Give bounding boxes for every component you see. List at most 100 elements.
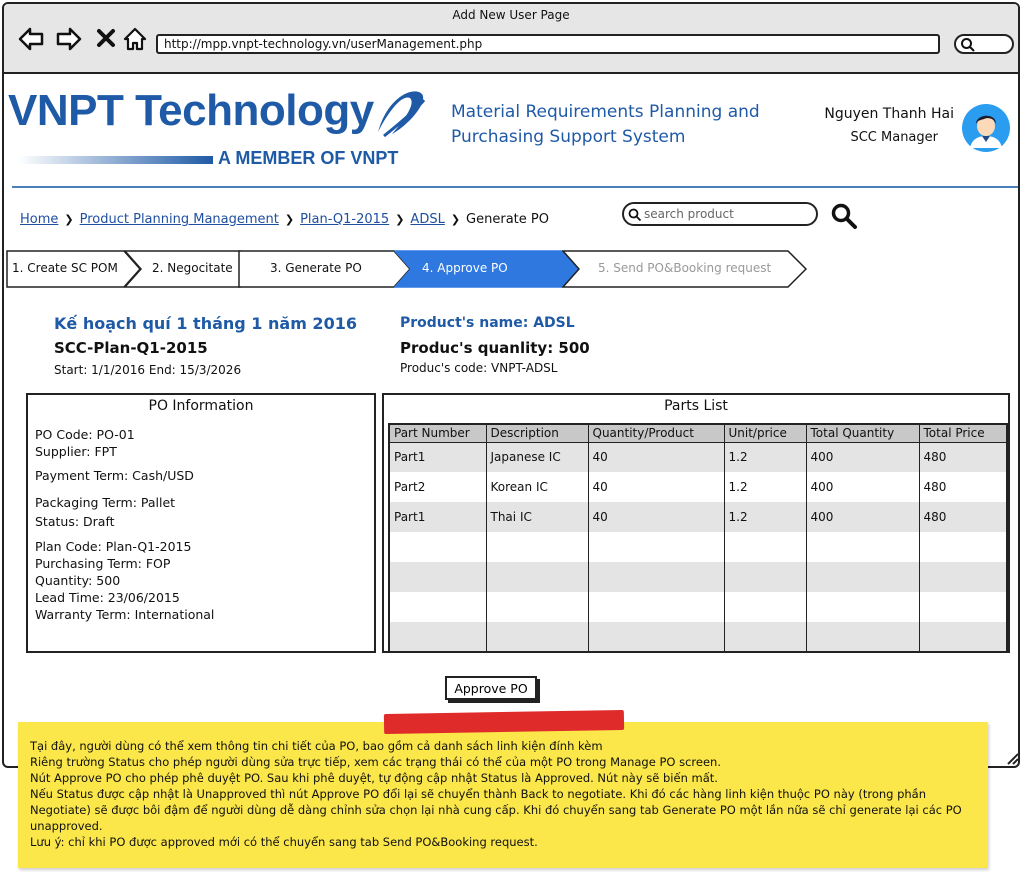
- table-cell: [806, 622, 920, 652]
- plan-title: Kế hoạch quí 1 tháng 1 năm 2016: [54, 314, 357, 333]
- parts-list-panel: Parts List Part Number Description Quant…: [382, 393, 1010, 653]
- back-arrow-icon[interactable]: [18, 26, 44, 52]
- avatar[interactable]: [962, 104, 1010, 152]
- table-cell: Korean IC: [486, 472, 589, 502]
- note-line: Nếu Status được cập nhật là Unapproved t…: [30, 787, 962, 833]
- address-bar[interactable]: http://mpp.vnpt-technology.vn/userManage…: [156, 34, 940, 54]
- chevron-right-icon: ❯: [284, 213, 295, 226]
- browser-window: Add New User Page http://mpp.vnpt-techno…: [2, 2, 1020, 768]
- table-row[interactable]: [389, 562, 1008, 592]
- wizard-steps: 1. Create SC POM 2. Negocitate 3. Genera…: [6, 250, 816, 288]
- product-name: Product's name: ADSL: [400, 315, 575, 331]
- search-icon: [961, 38, 975, 52]
- table-cell: 400: [806, 442, 920, 472]
- po-status[interactable]: Status: Draft: [35, 514, 115, 529]
- po-code: PO Code: PO-01: [35, 427, 135, 442]
- table-cell: 40: [588, 472, 725, 502]
- note-line: Riêng trường Status cho phép người dùng …: [30, 755, 721, 769]
- breadcrumb-plan[interactable]: Plan-Q1-2015: [300, 212, 389, 227]
- table-row[interactable]: Part2 Korean IC 40 1.2 400 480: [389, 472, 1008, 502]
- po-supplier: Supplier: FPT: [35, 444, 117, 459]
- po-packaging-term: Packaging Term: Pallet: [35, 495, 176, 510]
- red-tape: [383, 709, 625, 735]
- header-divider: [12, 186, 1018, 188]
- table-cell: [389, 532, 487, 562]
- column-header[interactable]: Unit/price: [724, 424, 807, 443]
- product-search: [622, 202, 818, 226]
- table-cell: [724, 562, 807, 592]
- column-header[interactable]: Quantity/Product: [588, 424, 725, 443]
- panel-title: PO Information: [148, 398, 254, 414]
- table-row[interactable]: [389, 592, 1008, 622]
- user-name[interactable]: Nguyen Thanh Hai: [794, 106, 954, 122]
- chevron-right-icon: ❯: [450, 213, 461, 226]
- table-cell: 40: [588, 502, 725, 532]
- note-line: Nút Approve PO cho phép phê duyệt PO. Sa…: [30, 771, 718, 785]
- table-cell: [486, 562, 589, 592]
- table-header-row: Part Number Description Quantity/Product…: [389, 424, 1008, 443]
- table-cell: 400: [806, 502, 920, 532]
- logo-swoosh-icon: [378, 91, 426, 138]
- search-button-icon[interactable]: [830, 202, 858, 230]
- logo-text: VNPT Technology: [8, 86, 374, 135]
- resize-grip-icon[interactable]: [1004, 750, 1020, 766]
- column-header[interactable]: Description: [486, 424, 589, 443]
- forward-arrow-icon[interactable]: [56, 26, 82, 52]
- column-header[interactable]: Part Number: [389, 424, 487, 443]
- table-cell: [806, 532, 920, 562]
- breadcrumb-home[interactable]: Home: [20, 212, 58, 227]
- table-cell: [588, 532, 725, 562]
- plan-code: SCC-Plan-Q1-2015: [54, 339, 208, 357]
- po-plan-code: Plan Code: Plan-Q1-2015: [35, 539, 192, 554]
- table-cell: 480: [919, 502, 1008, 532]
- table-cell: [486, 622, 589, 652]
- plan-dates: Start: 1/1/2016 End: 15/3/2026: [54, 363, 242, 377]
- system-title: Material Requirements Planning and Purch…: [451, 100, 791, 150]
- column-header[interactable]: Total Price: [919, 424, 1008, 443]
- table-cell: Part1: [389, 502, 487, 532]
- home-icon[interactable]: [122, 26, 148, 52]
- table-cell: 1.2: [724, 442, 807, 472]
- table-row[interactable]: Part1 Japanese IC 40 1.2 400 480: [389, 442, 1008, 472]
- search-icon: [628, 208, 642, 222]
- search-input[interactable]: [644, 206, 812, 222]
- po-purchasing-term: Purchasing Term: FOP: [35, 556, 171, 571]
- table-cell: [919, 592, 1008, 622]
- table-row[interactable]: [389, 532, 1008, 562]
- po-payment-term: Payment Term: Cash/USD: [35, 468, 194, 483]
- window-title: Add New User Page: [452, 8, 570, 22]
- table-cell: [919, 622, 1008, 652]
- table-cell: [724, 622, 807, 652]
- table-cell: [389, 592, 487, 622]
- table-row[interactable]: Part1 Thai IC 40 1.2 400 480: [389, 502, 1008, 532]
- breadcrumb-adsl[interactable]: ADSL: [410, 212, 444, 227]
- system-title-line-1: Material Requirements Planning and: [451, 102, 760, 122]
- close-icon[interactable]: [94, 26, 120, 52]
- table-cell: Part1: [389, 442, 487, 472]
- po-information-panel: PO Information PO Code: PO-01 Supplier: …: [26, 393, 376, 653]
- note-line: Tại đây, người dùng có thể xem thông tin…: [30, 739, 603, 753]
- table-cell: 40: [588, 442, 725, 472]
- table-cell: [806, 592, 920, 622]
- approve-po-button[interactable]: Approve PO: [445, 676, 537, 700]
- table-cell: [919, 532, 1008, 562]
- browser-search[interactable]: [954, 34, 1014, 54]
- po-warranty-term: Warranty Term: International: [35, 607, 215, 622]
- step-label: 3. Generate PO: [270, 261, 362, 275]
- table-row[interactable]: [389, 622, 1008, 652]
- step-label: 1. Create SC POM: [12, 261, 118, 275]
- table-cell: Part2: [389, 472, 487, 502]
- table-cell: [919, 562, 1008, 592]
- step-label: 2. Negocitate: [152, 261, 233, 275]
- panel-title: Parts List: [664, 398, 728, 414]
- table-cell: [724, 532, 807, 562]
- product-code: Produc's code: VNPT-ADSL: [400, 361, 558, 375]
- breadcrumb-product-planning[interactable]: Product Planning Management: [80, 212, 279, 227]
- breadcrumb: Home ❯ Product Planning Management ❯ Pla…: [20, 212, 549, 227]
- column-header[interactable]: Total Quantity: [806, 424, 920, 443]
- table-cell: [588, 622, 725, 652]
- vnpt-logo[interactable]: VNPT Technology A MEMBER OF VNPT: [8, 86, 428, 176]
- step-label: 5. Send PO&Booking request: [598, 261, 772, 275]
- browser-chrome: Add New User Page http://mpp.vnpt-techno…: [4, 4, 1018, 74]
- note-line: Lưu ý: chỉ khi PO được approved mới có t…: [30, 835, 538, 849]
